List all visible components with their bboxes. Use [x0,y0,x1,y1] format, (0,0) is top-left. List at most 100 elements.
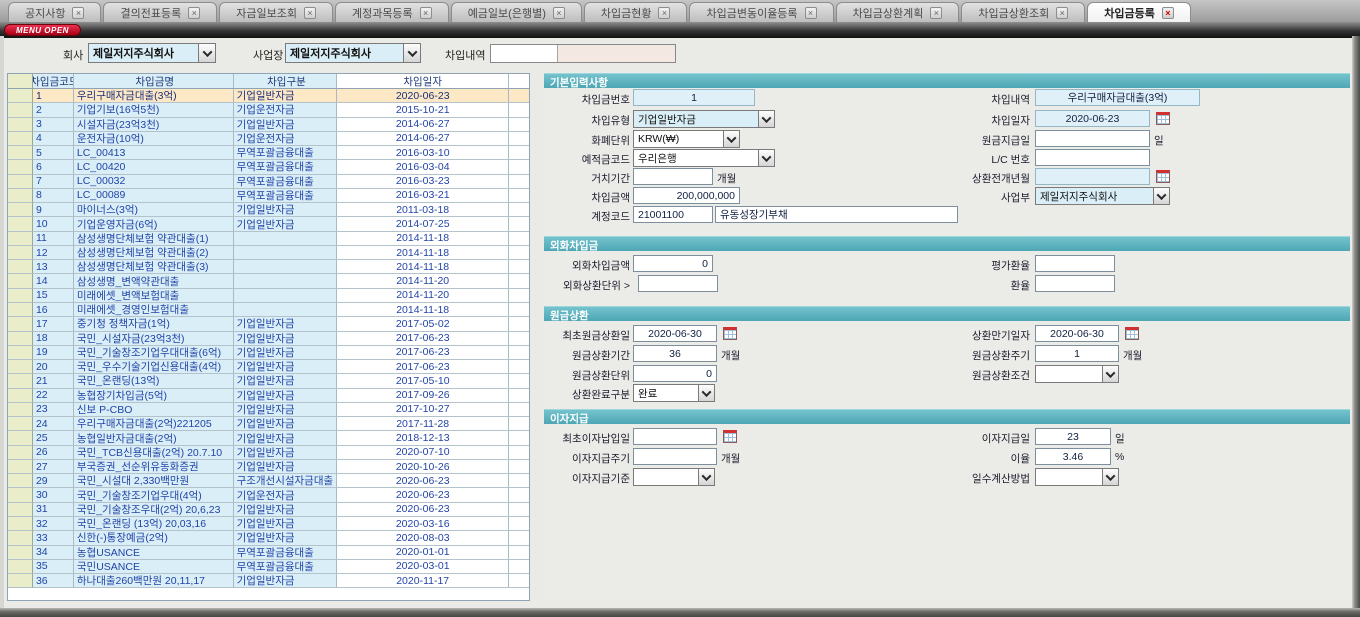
maturity-date-input[interactable] [1035,325,1119,342]
table-row[interactable]: 5 LC_00413 무역포괄금융대출 2016-03-10 [8,146,529,160]
table-row[interactable]: 4 운전자금(10억) 기업운전자금 2014-06-27 [8,132,529,146]
tab[interactable]: 차입금상환계획 × [836,2,960,22]
interest-pay-day-input[interactable] [1035,428,1111,445]
tab-close-icon[interactable]: × [658,7,670,19]
interest-basis-select[interactable] [633,468,715,486]
tab-close-icon[interactable]: × [188,7,200,19]
table-row[interactable]: 3 시설자금(23억3천) 기업일반자금 2014-06-27 [8,118,529,132]
tab[interactable]: 차입금현황 × [584,2,688,22]
tab-close-icon[interactable]: × [930,7,942,19]
tab[interactable]: 공지사항 × [8,2,101,22]
tab[interactable]: 예금일보(은행별) × [451,2,582,22]
calendar-icon[interactable] [1125,327,1139,340]
table-row[interactable]: 32 국민_온랜딩 (13억) 20,03,16 기업일반자금 2020-03-… [8,517,529,531]
calendar-icon[interactable] [1156,112,1170,125]
principal-pay-day-input[interactable] [1035,130,1150,147]
loan-desc-input[interactable] [491,45,557,62]
fx-repay-unit-input[interactable] [638,275,718,292]
table-row[interactable]: 30 국민_기술창조기업우대(4억) 기업운전자금 2020-06-23 [8,488,529,502]
table-row[interactable]: 1 우리구매자금대출(3억) 기업일반자금 2020-06-23 [8,89,529,103]
site-select[interactable]: 제일저지주식회사 [285,43,421,63]
tab[interactable]: 차입금등록 × [1087,2,1191,22]
division-select[interactable]: 제일저지주식회사 [1035,187,1170,205]
table-row[interactable]: 31 국민_기술창조우대(2억) 20,6,23 기업일반자금 2020-06-… [8,503,529,517]
table-row[interactable]: 19 국민_기술창조기업우대대출(6억) 기업일반자금 2017-06-23 [8,346,529,360]
table-row[interactable]: 33 신한(-)통장예금(2억) 기업일반자금 2020-08-03 [8,531,529,545]
table-row[interactable]: 7 LC_00032 무역포괄금융대출 2016-03-23 [8,175,529,189]
table-row[interactable]: 26 국민_TCB신용대출(2억) 20.7.10 기업일반자금 2020-07… [8,446,529,460]
cell-loan-date: 2015-10-21 [337,103,509,117]
interest-rate-input[interactable] [1035,448,1111,465]
calendar-icon[interactable] [1156,170,1170,183]
cell-loan-code: 26 [33,446,74,460]
repay-unit-input[interactable] [633,365,717,382]
tab-close-icon[interactable]: × [1162,7,1174,19]
table-row[interactable]: 15 미래에셋_변액보험대출 2014-11-20 [8,289,529,303]
fx-rate-input[interactable] [1035,275,1115,292]
tab[interactable]: 차입금변동이율등록 × [689,2,833,22]
fx-eval-rate-input[interactable] [1035,255,1115,272]
tab[interactable]: 자금일보조회 × [219,2,333,22]
tab-close-icon[interactable]: × [805,7,817,19]
repay-condition-select[interactable] [1035,365,1119,383]
company-select[interactable]: 제일저지주식회사 [88,43,216,63]
lc-no-input[interactable] [1035,149,1150,166]
first-repay-date-label: 최초원금상환일 [520,328,630,343]
table-row[interactable]: 13 삼성생명단체보험 약관대출(3) 2014-11-18 [8,260,529,274]
interest-cycle-input[interactable] [633,448,717,465]
grace-period-label: 거치기간 [520,171,630,186]
table-row[interactable]: 18 국민_시설자금(23억3천) 기업일반자금 2017-06-23 [8,332,529,346]
tab-close-icon[interactable]: × [420,7,432,19]
tab[interactable]: 계정과목등록 × [335,2,449,22]
tab[interactable]: 결의전표등록 × [103,2,217,22]
day-calc-method-select[interactable] [1035,468,1119,486]
table-row[interactable]: 2 기업기보(16억5천) 기업운전자금 2015-10-21 [8,103,529,117]
loan-amount-input[interactable] [633,187,740,204]
calendar-icon[interactable] [723,430,737,443]
grace-period-input[interactable] [633,168,713,185]
account-name-input[interactable] [715,206,958,223]
menu-open-button[interactable]: MENU OPEN [4,24,81,36]
table-row[interactable]: 6 LC_00420 무역포괄금융대출 2016-03-04 [8,160,529,174]
repay-complete-select[interactable]: 완료 [633,384,715,402]
table-row[interactable]: 10 기업운영자금(6억) 기업일반자금 2014-07-25 [8,217,529,231]
table-row[interactable]: 22 농협장기차입금(5억) 기업일반자금 2017-09-26 [8,389,529,403]
account-code-input[interactable] [633,206,713,223]
loan-no-field[interactable] [633,89,755,106]
loan-type-select[interactable]: 기업일반자금 [633,110,775,128]
fx-amount-input[interactable] [633,255,713,272]
table-row[interactable]: 25 농협일반자금대출(2억) 기업일반자금 2018-12-13 [8,431,529,445]
tab-close-icon[interactable]: × [553,7,565,19]
table-row[interactable]: 14 삼성생명_변액약관대출 2014-11-20 [8,274,529,288]
tab-label: 예금일보(은행별) [468,5,546,21]
table-row[interactable]: 20 국민_우수기술기업신용대출(4억) 기업일반자금 2017-06-23 [8,360,529,374]
loan-desc-detail-field[interactable] [1035,89,1200,106]
table-row[interactable]: 34 농협USANCE 무역포괄금융대출 2020-01-01 [8,546,529,560]
repay-cycle-input[interactable] [1035,345,1119,362]
table-row[interactable]: 8 LC_00089 무역포괄금융대출 2016-03-21 [8,189,529,203]
table-row[interactable]: 12 삼성생명단체보험 약관대출(2) 2014-11-18 [8,246,529,260]
table-row[interactable]: 27 부국증권_선순위유동화증권 기업일반자금 2020-10-26 [8,460,529,474]
table-row[interactable]: 11 삼성생명단체보험 약관대출(1) 2014-11-18 [8,232,529,246]
repay-period-input[interactable] [633,345,717,362]
table-row[interactable]: 21 국민_온랜딩(13억) 기업일반자금 2017-05-10 [8,374,529,388]
table-row[interactable]: 9 마이너스(3억) 기업일반자금 2011-03-18 [8,203,529,217]
tab-close-icon[interactable]: × [72,7,84,19]
first-interest-date-input[interactable] [633,428,717,445]
loan-date-field[interactable] [1035,110,1150,127]
table-row[interactable]: 16 미래에셋_경영인보험대출 2014-11-18 [8,303,529,317]
tab[interactable]: 차입금상환조회 × [961,2,1085,22]
deposit-code-select[interactable]: 우리은행 [633,149,775,167]
currency-select[interactable]: KRW(₩) [633,130,740,148]
tab-close-icon[interactable]: × [1056,7,1068,19]
table-row[interactable]: 29 국민_시설대 2,330백만원 구조개선시설자금대출 2020-06-23 [8,474,529,488]
repay-start-ym-field[interactable] [1035,168,1150,185]
tab-close-icon[interactable]: × [304,7,316,19]
table-row[interactable]: 35 국민USANCE 무역포괄금융대출 2020-03-01 [8,560,529,574]
table-row[interactable]: 36 하나대출260백만원 20,11,17 기업일반자금 2020-11-17 [8,574,529,588]
table-row[interactable]: 17 중기청 정책자금(1억) 기업일반자금 2017-05-02 [8,317,529,331]
calendar-icon[interactable] [723,327,737,340]
first-repay-date-input[interactable] [633,325,717,342]
table-row[interactable]: 23 신보 P-CBO 기업일반자금 2017-10-27 [8,403,529,417]
table-row[interactable]: 24 우리구매자금대출(2억)221205 기업일반자금 2017-11-28 [8,417,529,431]
